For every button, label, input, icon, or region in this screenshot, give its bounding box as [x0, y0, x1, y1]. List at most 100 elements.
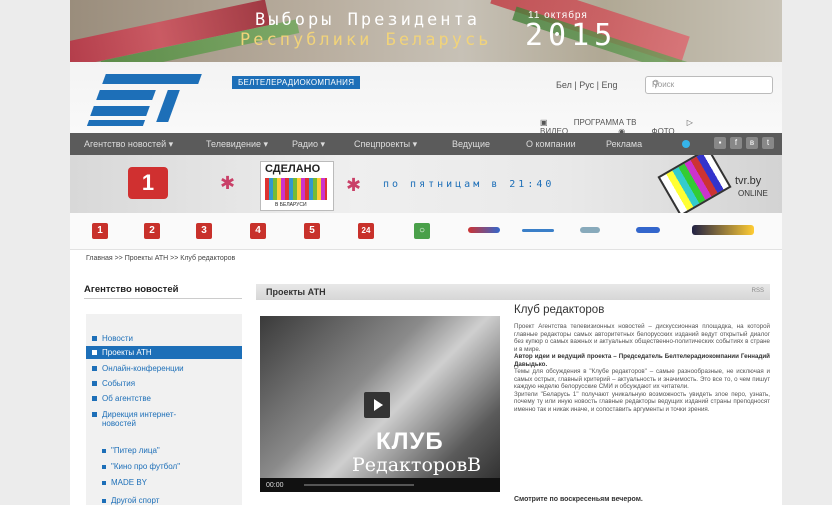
article-paragraph: Зрители "Беларусь 1" получают уникальную…: [514, 390, 770, 413]
sidebar-item-label: Новости: [102, 334, 133, 343]
nav-item-hosts[interactable]: Ведущие: [452, 139, 490, 149]
promo-banner[interactable]: 1 ✱ СДЕЛАНО В БЕЛАРУСИ ✱ по пятницам в 2…: [70, 155, 782, 213]
sidebar-item-internet-news[interactable]: Дирекция интернет-новостей: [92, 410, 176, 428]
rss-link[interactable]: RSS: [752, 288, 764, 294]
facebook-icon[interactable]: f: [730, 137, 742, 149]
main-content: Проекты АТН RSS КЛУБ РедакторовВ 00:00 К…: [256, 280, 776, 505]
sdelano-title: СДЕЛАНО: [265, 163, 321, 175]
sidebar-menu: Новости Проекты АТН Онлайн-конференции С…: [86, 314, 242, 505]
sidebar-item-label: Онлайн-конференции: [102, 364, 184, 373]
article-title: Клуб редакторов: [514, 304, 605, 316]
article-paragraph: Темы для обсуждения в "Клубе редакторов"…: [514, 368, 770, 390]
sidebar-item-label: Проекты АТН: [102, 348, 152, 357]
bullet-icon: [92, 381, 97, 387]
nav-label: Ведущие: [452, 139, 490, 149]
tv-program-link[interactable]: ▣ ПРОГРАММА ТВ: [540, 118, 661, 127]
tv-test-pattern-icon: [657, 155, 732, 213]
divider: [84, 298, 242, 299]
play-icon[interactable]: [364, 392, 390, 418]
channel-1-icon[interactable]: 1: [92, 223, 108, 239]
channel-green-icon[interactable]: ○: [414, 223, 430, 239]
nav-item-news-agency[interactable]: Агентство новостей ▾: [84, 139, 173, 150]
sidebar-subitem[interactable]: Другой спорт: [102, 496, 159, 505]
video-progress-bar[interactable]: [304, 484, 414, 486]
search-input[interactable]: Поиск ⚲: [645, 76, 773, 94]
channel-bar: 1 2 3 4 5 24 ○: [70, 213, 782, 250]
logo-bar: [90, 106, 150, 116]
banner-line-1: Выборы Президента: [255, 10, 480, 30]
channel-24-icon[interactable]: 24: [358, 223, 374, 239]
bullet-icon: [102, 498, 106, 503]
nav-item-television[interactable]: Телевидение ▾: [206, 139, 268, 150]
nav-label: Реклама: [606, 139, 643, 149]
radio-logo-icon[interactable]: [468, 227, 500, 233]
bullet-icon: [102, 448, 106, 453]
site-logo[interactable]: [86, 72, 208, 126]
channel-2-icon[interactable]: 2: [144, 223, 160, 239]
radio-logo-icon[interactable]: [636, 227, 660, 233]
nav-label: Телевидение: [206, 139, 262, 149]
article: Клуб редакторов Проект Агентства телевиз…: [514, 304, 770, 503]
sidebar-item-label: Дирекция интернет-: [102, 410, 177, 419]
sidebar-subitem[interactable]: MADE BY: [102, 478, 147, 487]
sidebar-item-about-agency[interactable]: Об агентстве: [92, 394, 151, 403]
barcode-stripes: [265, 178, 327, 200]
sidebar-item-news[interactable]: Новости: [92, 334, 133, 343]
channel-5-icon[interactable]: 5: [304, 223, 320, 239]
election-banner[interactable]: Выборы Президента Республики Беларусь 11…: [70, 0, 782, 62]
sidebar-item-label: События: [102, 379, 136, 388]
sidebar-item-atn-projects[interactable]: Проекты АТН: [86, 346, 242, 359]
channel-4-icon[interactable]: 4: [250, 223, 266, 239]
sidebar-subitem-label: "Питер лица": [111, 446, 160, 455]
company-name-badge[interactable]: БЕЛТЕЛЕРАДИОКОМПАНИЯ: [232, 76, 361, 89]
bullet-icon: [92, 412, 97, 418]
nav-label: Агентство новостей: [84, 139, 167, 149]
nav-item-about[interactable]: О компании: [526, 139, 576, 149]
sidebar-item-online-conferences[interactable]: Онлайн-конференции: [92, 364, 184, 373]
star-icon: ✱: [346, 175, 362, 195]
sidebar-item-events[interactable]: События: [92, 379, 135, 388]
nav-item-special-projects[interactable]: Спецпроекты ▾: [354, 139, 417, 150]
video-player[interactable]: КЛУБ РедакторовВ 00:00: [260, 316, 500, 492]
bullet-icon: [92, 396, 97, 402]
section-title: Проекты АТН: [266, 287, 326, 297]
bullet-icon: [102, 464, 106, 469]
live-dot-icon[interactable]: [682, 140, 690, 148]
banner-line-2: Республики Беларусь: [240, 30, 492, 50]
search-icon[interactable]: ⚲: [652, 79, 768, 90]
sidebar-subitem[interactable]: "Кино про футбол": [102, 462, 180, 471]
nav-item-radio[interactable]: Радио ▾: [292, 139, 325, 150]
bullet-icon: [92, 336, 97, 342]
logo-bar: [102, 74, 202, 84]
article-paragraph: Проект Агентства телевизионных новостей …: [514, 323, 770, 353]
breadcrumb[interactable]: Главная >> Проекты АТН >> Клуб редакторо…: [86, 255, 235, 262]
sidebar-subitem-label: Другой спорт: [111, 496, 160, 505]
banner-year: 2015: [525, 18, 618, 53]
radio-logo-icon[interactable]: [580, 227, 600, 233]
radio-logo-icon[interactable]: [522, 229, 554, 232]
twitter-icon[interactable]: t: [762, 137, 774, 149]
online-label: ONLINE: [738, 189, 768, 198]
channel-3-icon[interactable]: 3: [196, 223, 212, 239]
social-icon[interactable]: ▪: [714, 137, 726, 149]
sidebar-subitem[interactable]: "Питер лица": [102, 446, 160, 455]
sdelano-logo: СДЕЛАНО В БЕЛАРУСИ: [260, 161, 334, 211]
section-header: Проекты АТН RSS: [256, 284, 770, 300]
vk-icon[interactable]: в: [746, 137, 758, 149]
video-time: 00:00: [266, 482, 284, 489]
article-author: Автор идеи и ведущий проекта – Председат…: [514, 353, 770, 368]
bullet-icon: [92, 350, 97, 356]
page: Выборы Президента Республики Беларусь 11…: [70, 0, 782, 505]
sdelano-subtitle: В БЕЛАРУСИ: [275, 202, 307, 208]
video-controls[interactable]: 00:00: [260, 478, 500, 492]
promo-schedule: по пятницам в 21:40: [383, 179, 555, 190]
language-switcher[interactable]: Бел | Рус | Eng: [556, 80, 617, 90]
logo-bar: [86, 120, 146, 126]
video-icon: ▷: [686, 118, 693, 127]
article-schedule: Смотрите по воскресеньям вечером.: [514, 496, 643, 503]
star-icon: ✱: [220, 173, 236, 193]
radius-fm-logo-icon[interactable]: [692, 225, 754, 235]
nav-label: О компании: [526, 139, 576, 149]
nav-item-advertising[interactable]: Реклама: [606, 139, 642, 149]
sidebar-subitem-label: MADE BY: [111, 478, 148, 487]
